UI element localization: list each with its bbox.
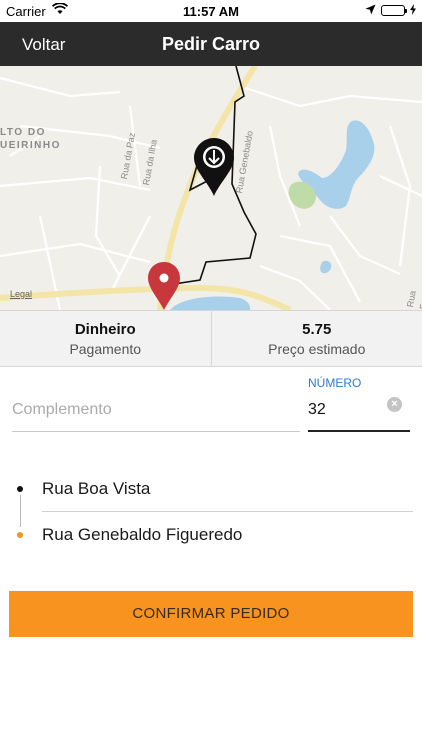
destination-address[interactable]: Rua Genebaldo Figueredo	[42, 525, 242, 545]
map-neighborhood-label: LTO DO UEIRINHO	[0, 127, 61, 151]
page-title: Pedir Carro	[161, 34, 261, 54]
complemento-field[interactable]: Complemento	[12, 395, 300, 432]
origin-dot-icon	[17, 486, 23, 492]
payment-method-label: Pagamento	[69, 341, 142, 357]
clock: 11:57 AM	[183, 4, 239, 19]
origin-pin-icon[interactable]	[194, 138, 234, 196]
location-arrow-icon	[365, 3, 376, 18]
charging-bolt-icon	[410, 3, 416, 18]
destination-pin-icon[interactable]	[148, 262, 180, 310]
estimated-price-value: 5.75	[302, 321, 332, 338]
map-canvas	[0, 66, 422, 310]
payment-method-value: Dinheiro	[74, 321, 136, 338]
trip-info-panel: Dinheiro Pagamento 5.75 Preço estimado	[0, 310, 422, 367]
destination-dot-icon	[17, 532, 23, 538]
map-view[interactable]: LTO DO UEIRINHO Rua da Paz Rua da Ilha R…	[0, 66, 422, 310]
origin-address[interactable]: Rua Boa Vista	[42, 479, 150, 499]
estimated-price-cell: 5.75 Preço estimado	[210, 311, 422, 366]
clear-icon[interactable]: ×	[387, 397, 402, 412]
divider	[42, 511, 413, 512]
status-bar: Carrier 11:57 AM	[0, 0, 422, 22]
confirm-order-button[interactable]: CONFIRMAR PEDIDO	[9, 591, 413, 637]
map-legal-link[interactable]: Legal	[10, 289, 32, 299]
estimated-price-label: Preço estimado	[268, 341, 366, 357]
navigation-bar: Voltar Pedir Carro	[0, 22, 422, 66]
payment-method-cell[interactable]: Dinheiro Pagamento	[0, 311, 211, 366]
lake-shape	[170, 296, 251, 310]
route-connector	[20, 495, 21, 527]
numero-label: NÚMERO	[308, 376, 362, 390]
lake-shape	[320, 260, 332, 274]
battery-icon	[381, 5, 407, 16]
